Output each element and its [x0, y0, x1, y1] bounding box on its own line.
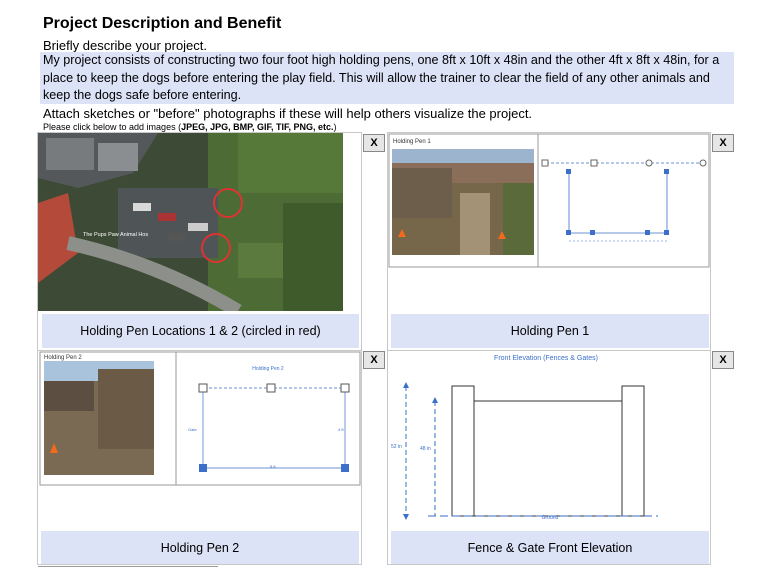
image-slot-4[interactable]: Front Elevation (Fences & Gates) 52 in 4…: [387, 350, 711, 565]
image-4-caption[interactable]: Fence & Gate Front Elevation: [391, 531, 709, 564]
image-3-caption[interactable]: Holding Pen 2: [41, 531, 359, 564]
elevation-ground-label: Ground: [542, 515, 559, 521]
hint-prefix: Please click below to add images (: [43, 122, 182, 132]
holding-pen-2-image: Holding Pen 2 Holding Pen 2 Gate 4 ft 8 …: [39, 351, 361, 486]
image-slot-3[interactable]: Holding Pen 2 Holding Pen 2 Gate 4 ft 8 …: [37, 350, 362, 565]
image-1-caption[interactable]: Holding Pen Locations 1 & 2 (circled in …: [42, 314, 359, 348]
image-2-caption[interactable]: Holding Pen 1: [391, 314, 709, 348]
pen-2-sketch-title: Holding Pen 2: [252, 366, 284, 372]
remove-image-1-button[interactable]: X: [363, 134, 385, 152]
pen-2-side-label-right: 4 ft: [338, 427, 344, 432]
description-field[interactable]: My project consists of constructing two …: [40, 52, 734, 104]
section-title: Project Description and Benefit: [43, 15, 282, 32]
pen-2-bottom-label: 8 ft: [270, 464, 276, 469]
remove-image-2-button[interactable]: X: [712, 134, 734, 152]
image-slot-2[interactable]: Holding Pen 1 Holding Pen 1: [387, 132, 711, 352]
elevation-48-label: 48 in: [420, 446, 431, 452]
description-prompt: Briefly describe your project.: [43, 38, 208, 53]
map-place-label: The Pups Paw Animal Hos: [83, 232, 148, 238]
aerial-map-image: The Pups Paw Animal Hos: [38, 133, 343, 311]
remove-image-4-button[interactable]: X: [712, 351, 734, 369]
remove-image-3-button[interactable]: X: [363, 351, 385, 369]
elevation-52-label: 52 in: [391, 444, 402, 450]
pen-2-inner-title: Holding Pen 2: [44, 355, 82, 361]
image-slot-1[interactable]: The Pups Paw Animal Hos Holding Pen Loca…: [37, 132, 362, 352]
hint-formats: JPEG, JPG, BMP, GIF, TIF, PNG, etc.: [181, 122, 334, 132]
pen-1-inner-title: Holding Pen 1: [393, 139, 431, 145]
bottom-divider: [38, 566, 218, 567]
elevation-sketch-title: Front Elevation (Fences & Gates): [494, 355, 598, 362]
front-elevation-image: Front Elevation (Fences & Gates) 52 in 4…: [391, 355, 658, 521]
pen-2-side-label-left: Gate: [188, 427, 197, 432]
hint-suffix: ): [333, 122, 337, 132]
attach-prompt: Attach sketches or "before" photographs …: [43, 106, 533, 121]
image-format-hint: Please click below to add images (JPEG, …: [43, 122, 336, 132]
holding-pen-1-image: Holding Pen 1: [388, 133, 710, 268]
